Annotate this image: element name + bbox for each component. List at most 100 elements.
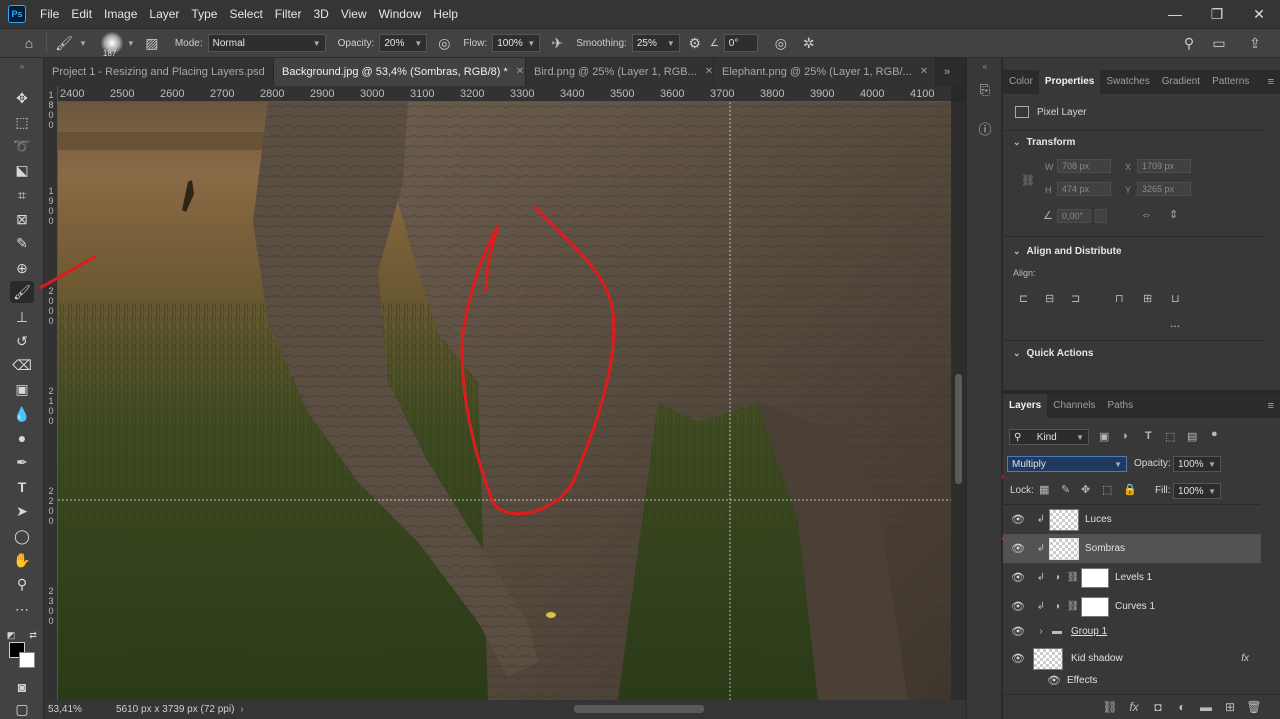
scroll-thumb[interactable] bbox=[955, 374, 962, 484]
align-center-icon[interactable]: ⊟ bbox=[1045, 292, 1054, 305]
horizontal-scroll-thumb[interactable] bbox=[574, 705, 704, 713]
link-layers-icon[interactable]: ⛓ bbox=[1098, 700, 1122, 714]
x-label: X bbox=[1125, 162, 1132, 172]
visibility-eye-icon[interactable]: 👁 bbox=[1003, 625, 1033, 638]
layer-row-group[interactable]: 👁 › ▬ Group 1 bbox=[1003, 619, 1261, 644]
clipping-mask-icon: ↲ bbox=[1036, 601, 1046, 612]
chevron-down-icon: ⌄ bbox=[1013, 246, 1021, 256]
layer-thumbnail bbox=[1049, 537, 1079, 560]
zoom-level[interactable]: 53,41% bbox=[48, 704, 88, 715]
adjustment-icon: ◑ bbox=[1053, 572, 1061, 583]
visibility-eye-icon[interactable]: 👁 bbox=[1003, 571, 1033, 584]
new-group-icon[interactable]: ▬ bbox=[1194, 700, 1218, 714]
layer-name[interactable]: Luces bbox=[1085, 514, 1112, 525]
status-arrow-icon[interactable]: › bbox=[240, 704, 243, 715]
layer-row-sombras[interactable]: 👁 ↲ Sombras bbox=[1003, 534, 1261, 563]
panel-menu-icon[interactable]: ≡ bbox=[1268, 400, 1274, 412]
layer-name[interactable]: Levels 1 bbox=[1115, 572, 1152, 583]
tab-swatches[interactable]: Swatches bbox=[1100, 70, 1155, 94]
history-icon[interactable]: ⎘ bbox=[975, 80, 995, 100]
layer-row-effects[interactable]: 👁 Effects bbox=[1003, 670, 1261, 690]
layer-name[interactable]: Sombras bbox=[1085, 543, 1125, 554]
layer-kind-label: Pixel Layer bbox=[1037, 106, 1087, 118]
layer-opacity-input[interactable]: 100% ▼ bbox=[1173, 456, 1221, 472]
lock-pixels-icon[interactable]: ✎ bbox=[1061, 483, 1070, 496]
filter-adjustment-icon[interactable]: ◑ bbox=[1121, 430, 1128, 442]
layer-row-levels[interactable]: 👁 ↲ ◑ ⛓ Levels 1 bbox=[1003, 563, 1261, 592]
filter-shape-icon[interactable]: ⬚ bbox=[1165, 430, 1175, 443]
panel-dock: « ⎘ ⓘ bbox=[966, 58, 1002, 719]
flip-horizontal-icon[interactable]: ⇔ bbox=[1141, 209, 1152, 221]
tab-channels[interactable]: Channels bbox=[1047, 394, 1101, 418]
tab-gradient[interactable]: Gradient bbox=[1156, 70, 1206, 94]
filter-kind-select[interactable]: ⚲ Kind ▼ bbox=[1009, 429, 1089, 445]
document-size: 5610 px x 3739 px (72 ppi) bbox=[116, 704, 235, 715]
align-middle-icon[interactable]: ⊞ bbox=[1143, 292, 1152, 305]
align-top-icon[interactable]: ⊓ bbox=[1115, 292, 1124, 305]
quick-actions-header[interactable]: ⌄ Quick Actions bbox=[1013, 348, 1093, 359]
visibility-eye-icon[interactable]: 👁 bbox=[1003, 600, 1033, 613]
visibility-eye-icon[interactable]: 👁 bbox=[1003, 652, 1033, 665]
flip-vertical-icon[interactable]: ⇕ bbox=[1169, 208, 1178, 221]
layer-row-curves[interactable]: 👁 ↲ ◑ ⛓ Curves 1 bbox=[1003, 592, 1261, 621]
rotation-field[interactable]: 0,00° bbox=[1057, 209, 1091, 223]
section-title: Transform bbox=[1026, 137, 1076, 148]
new-adjustment-icon[interactable]: ◐ bbox=[1170, 700, 1194, 714]
adjustment-icon: ◑ bbox=[1053, 601, 1061, 612]
info-icon[interactable]: ⓘ bbox=[975, 118, 995, 138]
rotation-dropdown[interactable] bbox=[1095, 209, 1107, 223]
layer-row-luces[interactable]: 👁 ↲ Luces bbox=[1003, 505, 1261, 534]
layer-name[interactable]: Curves 1 bbox=[1115, 601, 1155, 612]
align-section-header[interactable]: ⌄ Align and Distribute bbox=[1013, 246, 1122, 257]
add-mask-icon[interactable]: ◘ bbox=[1146, 700, 1170, 714]
tab-color[interactable]: Color bbox=[1003, 70, 1039, 94]
tab-patterns[interactable]: Patterns bbox=[1206, 70, 1255, 94]
chain-link-icon[interactable]: ⛓ bbox=[1065, 601, 1081, 612]
layers-panel: Layers Channels Paths ≡ ⚲ Kind ▼ ▣ ◑ T ⬚… bbox=[1003, 394, 1280, 719]
layers-footer: ⛓ fx ◘ ◐ ▬ ⊞ 🗑 bbox=[1003, 694, 1280, 719]
collapse-icon[interactable]: « bbox=[975, 62, 995, 71]
align-bottom-icon[interactable]: ⊔ bbox=[1171, 292, 1180, 305]
layer-thumbnail bbox=[1049, 508, 1079, 531]
layer-row-kid-shadow[interactable]: 👁 Kid shadow fx bbox=[1003, 644, 1261, 673]
filter-pixel-icon[interactable]: ▣ bbox=[1099, 430, 1109, 443]
align-left-icon[interactable]: ⊏ bbox=[1019, 292, 1028, 305]
chevron-down-icon: ▼ bbox=[1208, 486, 1216, 496]
visibility-eye-icon[interactable]: 👁 bbox=[1003, 674, 1067, 687]
blend-mode-value: Multiply bbox=[1012, 458, 1046, 470]
panel-menu-icon[interactable]: ≡ bbox=[1268, 76, 1274, 88]
blend-mode-select[interactable]: Multiply ▼ bbox=[1007, 456, 1127, 472]
layer-name[interactable]: Kid shadow bbox=[1071, 653, 1123, 664]
tab-paths[interactable]: Paths bbox=[1102, 394, 1140, 418]
tab-properties[interactable]: Properties bbox=[1038, 70, 1101, 94]
fill-input[interactable]: 100% ▼ bbox=[1173, 483, 1221, 499]
chevron-right-icon[interactable]: › bbox=[1033, 626, 1049, 637]
lock-position-icon[interactable]: ✥ bbox=[1081, 483, 1090, 496]
status-bar: 53,41% 5610 px x 3739 px (72 ppi) › bbox=[44, 700, 966, 719]
new-layer-icon[interactable]: ⊞ bbox=[1218, 700, 1242, 714]
lock-all-icon[interactable]: 🔒 bbox=[1123, 483, 1137, 496]
layer-name[interactable]: Group 1 bbox=[1071, 626, 1107, 637]
width-field[interactable]: 708 px bbox=[1057, 159, 1111, 173]
filter-smart-object-icon[interactable]: ▤ bbox=[1187, 430, 1197, 443]
height-field[interactable]: 474 px bbox=[1057, 182, 1111, 196]
link-icon[interactable]: ⛓ bbox=[1021, 174, 1035, 187]
x-field[interactable]: 1709 px bbox=[1137, 159, 1191, 173]
lock-transparency-icon[interactable]: ▦ bbox=[1039, 483, 1049, 496]
add-style-icon[interactable]: fx bbox=[1122, 700, 1146, 714]
tab-layers[interactable]: Layers bbox=[1003, 394, 1048, 418]
vertical-scrollbar[interactable] bbox=[951, 102, 966, 700]
transform-section-header[interactable]: ⌄ Transform bbox=[1013, 137, 1075, 148]
align-right-icon[interactable]: ⊐ bbox=[1071, 292, 1080, 305]
visibility-eye-icon[interactable]: 👁 bbox=[1003, 513, 1033, 526]
filter-toggle-icon[interactable]: ● bbox=[1211, 428, 1218, 440]
visibility-eye-icon[interactable]: 👁 bbox=[1003, 542, 1033, 555]
y-field[interactable]: 3265 px bbox=[1137, 182, 1191, 196]
chain-link-icon[interactable]: ⛓ bbox=[1065, 572, 1081, 583]
lock-artboard-icon[interactable]: ⬚ bbox=[1102, 483, 1112, 496]
filter-type-icon[interactable]: T bbox=[1145, 430, 1152, 442]
delete-layer-icon[interactable]: 🗑 bbox=[1242, 700, 1266, 714]
fx-badge-icon[interactable]: fx bbox=[1241, 653, 1249, 664]
layer-kind: Pixel Layer bbox=[1015, 106, 1086, 118]
more-options-button[interactable]: ... bbox=[1170, 316, 1180, 330]
